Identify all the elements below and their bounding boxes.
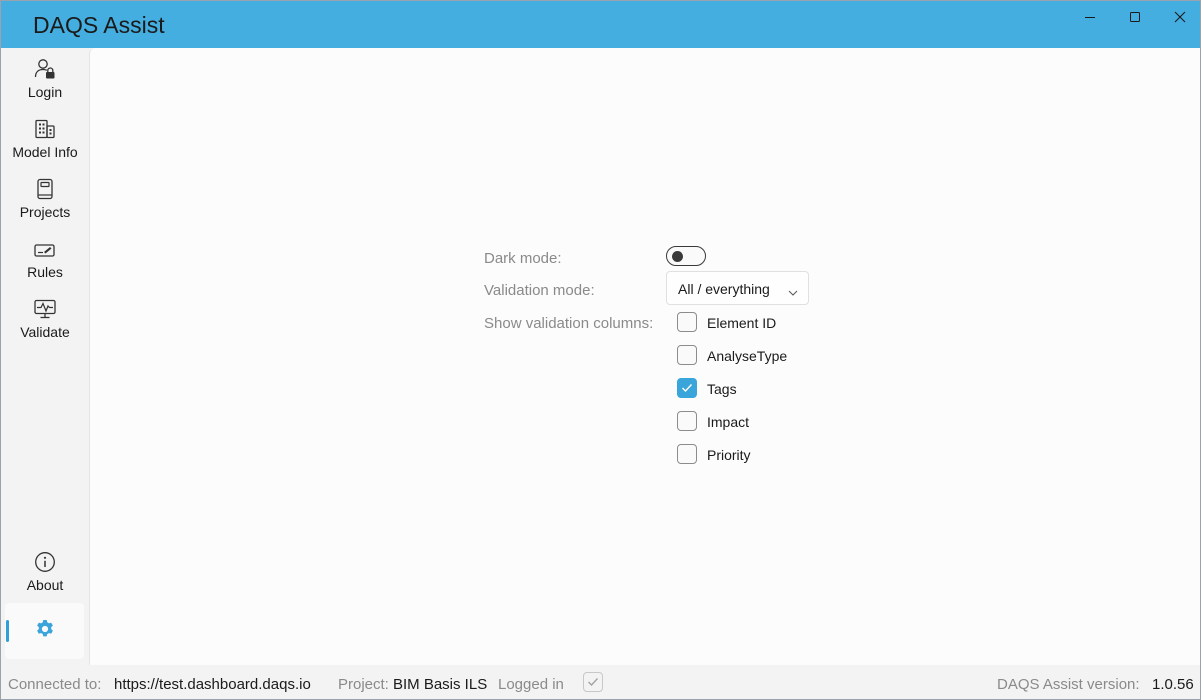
dark-mode-toggle[interactable] [666,246,706,266]
checkbox-box [677,345,697,365]
checkbox-label: Element ID [707,315,777,331]
maximize-icon [1129,11,1141,23]
minimize-icon [1084,11,1096,23]
checkbox-box [677,312,697,332]
toggle-knob [672,251,683,262]
version-label: DAQS Assist version: [997,676,1140,693]
minimize-button[interactable] [1067,1,1113,33]
nav-label-about: About [26,577,64,593]
nav-label-rules: Rules [27,264,63,280]
selected-indicator [6,620,9,642]
navigation-sidebar: Login Model Info Projects Rules Validate… [1,48,89,665]
checkbox-label: Impact [707,414,750,430]
project-label: Project: [338,676,389,693]
connected-label: Connected to: [8,676,102,693]
info-icon [34,549,56,573]
checkbox-box [677,411,697,431]
app-window: DAQS Assist Login Model Info Projects Ru… [0,0,1201,700]
connected-url: https://test.dashboard.daqs.io [114,676,311,693]
nav-label-projects: Projects [19,204,71,220]
checkbox-box [677,444,697,464]
checkbox-box [677,378,697,398]
checkbox-label: Priority [707,447,751,463]
monitor-pulse-icon [33,296,57,320]
check-icon [588,678,598,686]
nav-item-settings[interactable] [5,603,84,659]
app-title: DAQS Assist [33,12,165,38]
logged-in-checkbox [583,672,603,692]
nav-item-login[interactable]: Login [1,50,89,108]
nav-item-validate[interactable]: Validate [1,290,89,348]
user-lock-icon [33,56,57,80]
nav-item-about[interactable]: About [1,543,89,601]
validation-mode-label: Validation mode: [484,282,595,299]
nav-label-validate: Validate [20,324,70,340]
ruler-signature-icon [33,236,57,260]
checkbox-label: Tags [707,381,737,397]
project-name: BIM Basis ILS [393,676,488,693]
maximize-button[interactable] [1112,1,1158,33]
version-number: 1.0.56 [1152,676,1194,693]
nav-label-model-info: Model Info [12,144,78,160]
check-icon [682,384,693,393]
nav-item-model-info[interactable]: Model Info [1,110,89,168]
checkbox-label: AnalyseType [707,348,788,364]
title-bar[interactable]: DAQS Assist [1,1,1200,48]
close-button[interactable] [1157,1,1200,33]
dark-mode-label: Dark mode: [484,250,562,267]
nav-item-projects[interactable]: Projects [1,170,89,228]
logged-in-label: Logged in [498,676,564,693]
validation-columns-label: Show validation columns: [484,315,654,332]
nav-item-rules[interactable]: Rules [1,230,89,288]
validation-mode-value: All / everything [678,281,770,297]
status-bar: Connected to: https://test.dashboard.daq… [1,665,1200,699]
close-icon [1174,11,1186,23]
settings-panel: Dark mode: Validation mode: All / everyt… [89,48,1200,665]
gear-icon [34,618,56,645]
validation-mode-select[interactable]: All / everything [666,271,809,305]
chevron-down-icon [788,284,798,302]
nav-label-login: Login [27,84,63,100]
notebook-icon [35,176,55,200]
building-icon [34,116,56,140]
